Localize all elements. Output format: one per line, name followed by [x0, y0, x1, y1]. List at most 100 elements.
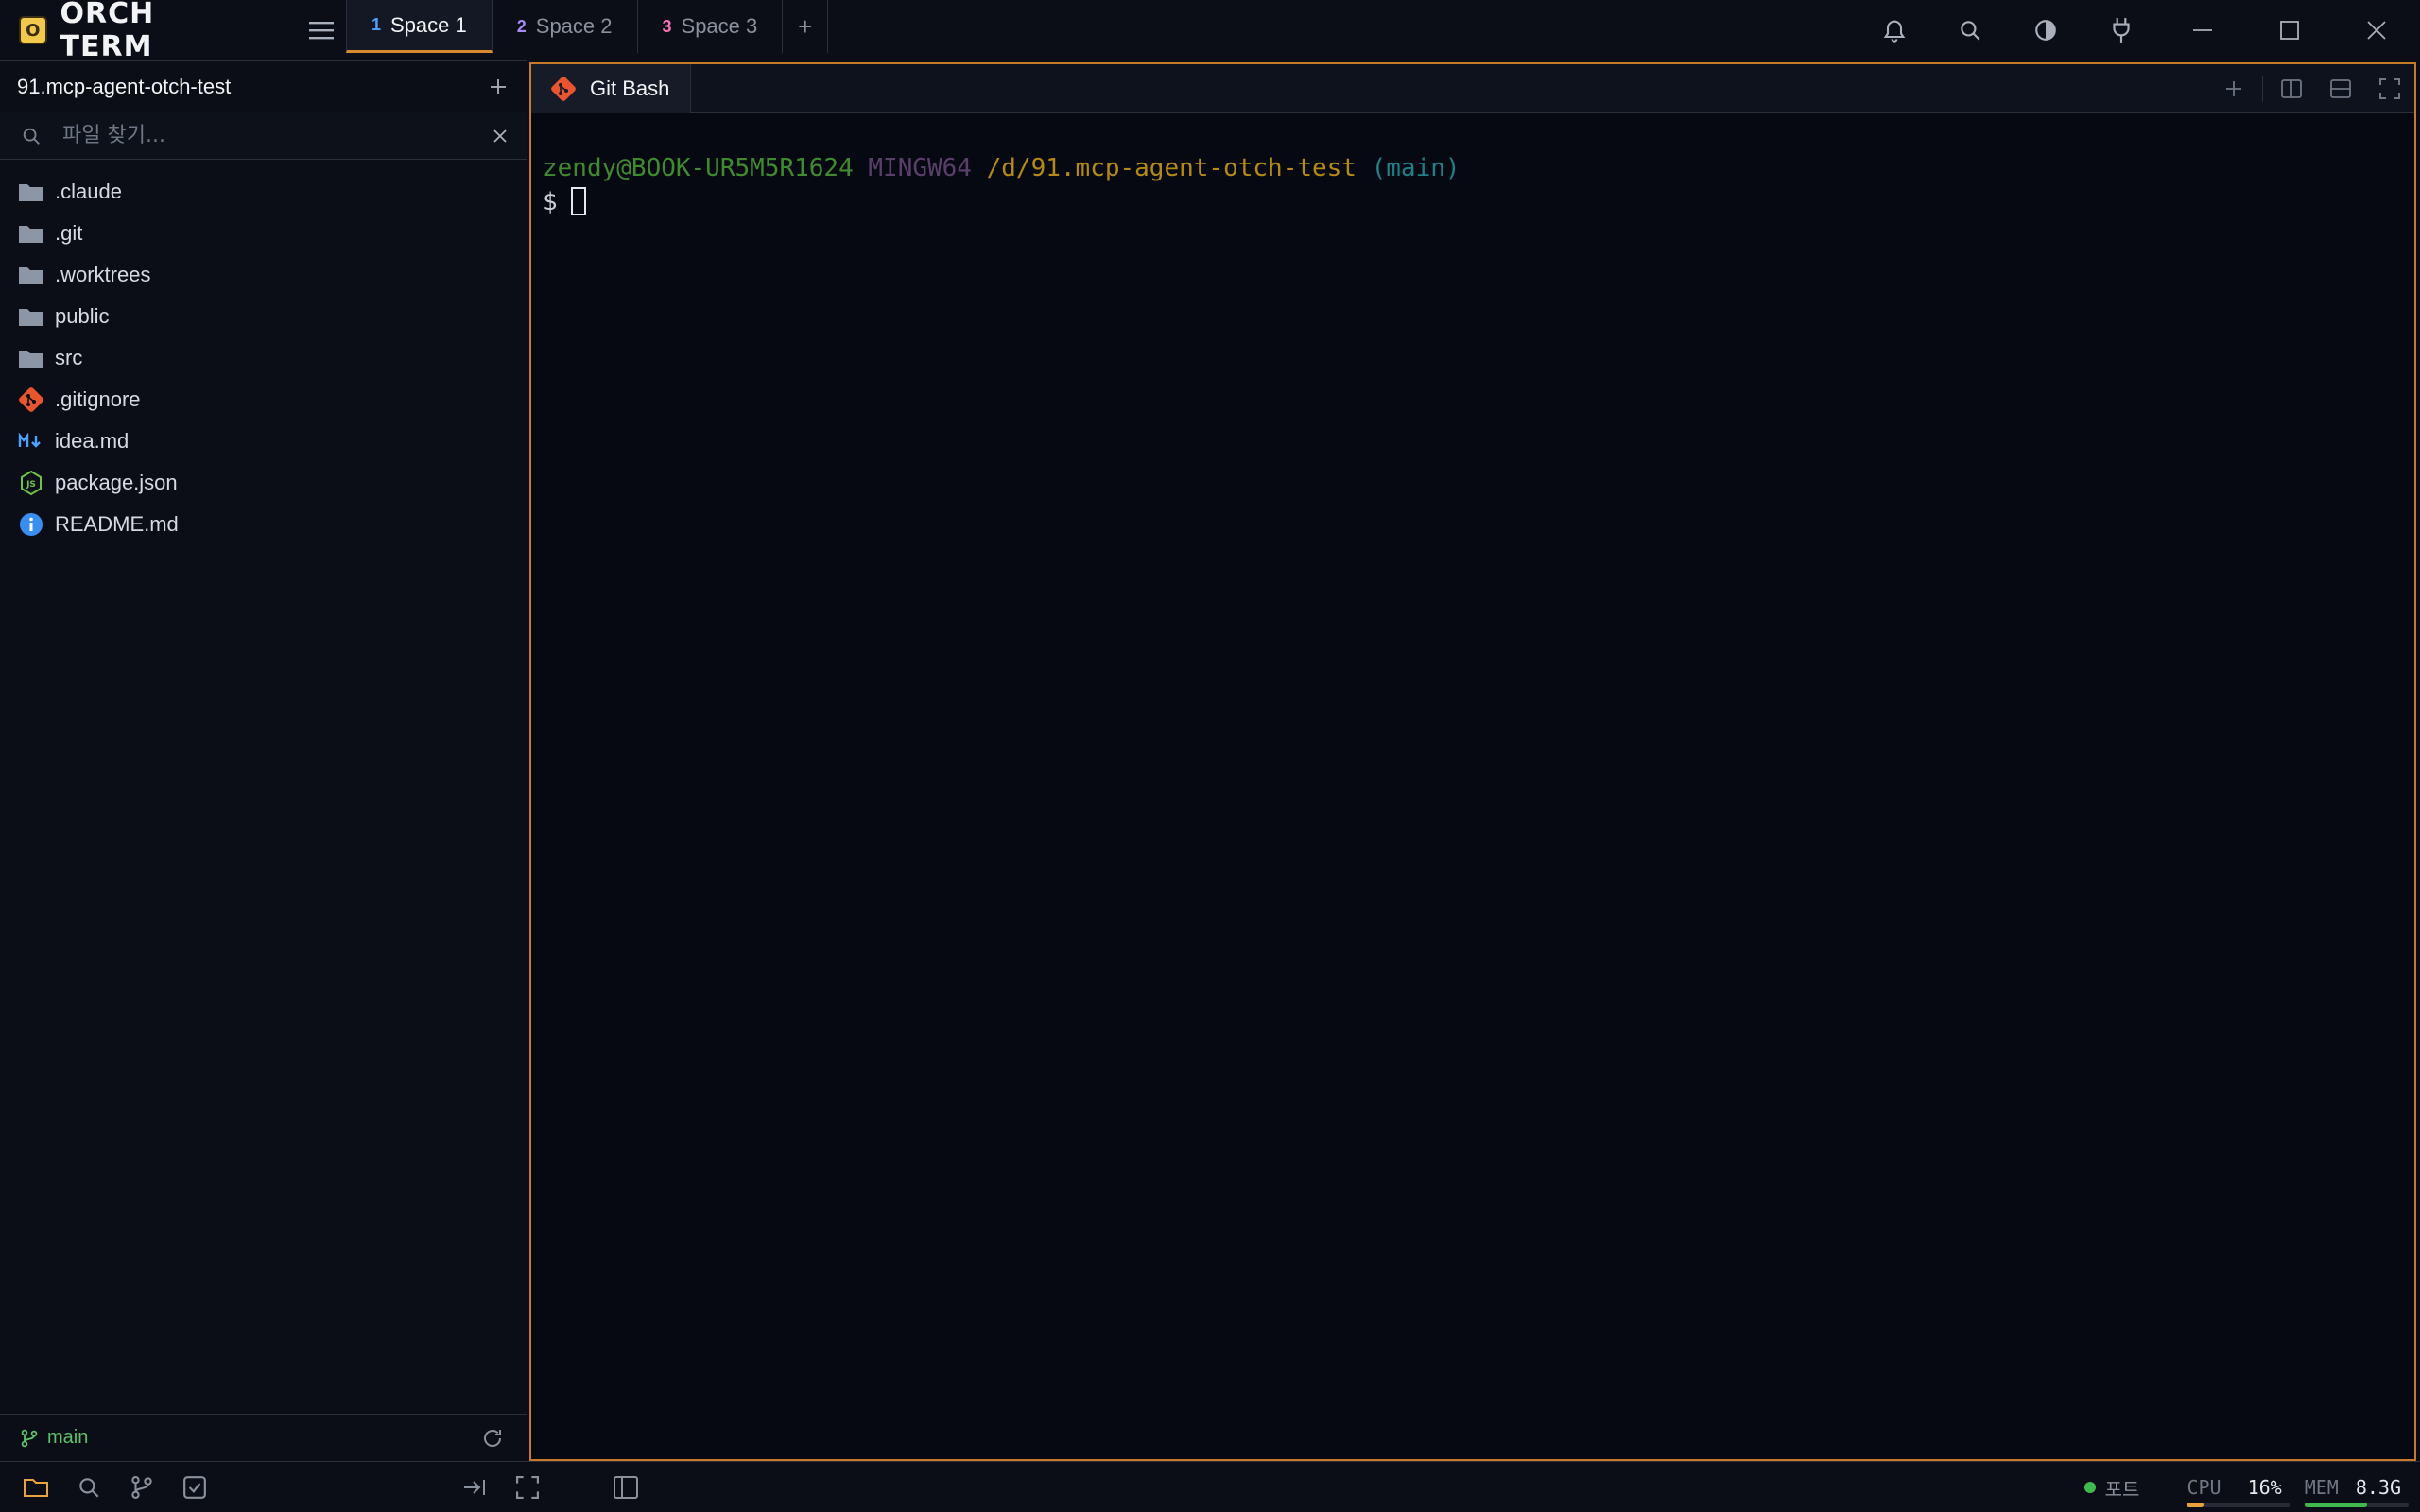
mem-label: MEM [2304, 1476, 2339, 1499]
explorer-view-button[interactable] [9, 1462, 62, 1512]
close-window-button[interactable] [2333, 0, 2420, 60]
mem-bar [2304, 1503, 2409, 1507]
split-vertical-button[interactable] [2267, 64, 2316, 113]
plugin-button[interactable] [2083, 0, 2159, 60]
file-explorer: 91.mcp-agent-otch-test .claude .git [0, 60, 527, 1461]
prompt-user: zendy@BOOK-UR5M5R1624 [543, 154, 854, 182]
terminal-actions [2209, 64, 2414, 113]
tree-item-label: .git [55, 221, 83, 245]
contrast-icon [2035, 20, 2056, 41]
status-indicators: 포트 CPU 16% MEM 8.3G [2083, 1462, 2409, 1512]
terminal-tab-git-bash[interactable]: Git Bash [531, 63, 692, 113]
cpu-label: CPU [2187, 1476, 2221, 1499]
hamburger-icon [309, 22, 335, 40]
search-button[interactable] [1932, 0, 2008, 60]
mem-bar-fill [2304, 1503, 2367, 1507]
git-branch-icon [21, 1429, 38, 1447]
status-bar: 포트 CPU 16% MEM 8.3G [0, 1461, 2420, 1512]
collapse-sidebar-button[interactable] [448, 1462, 501, 1512]
port-status-dot [2083, 1482, 2096, 1493]
fullscreen-icon [2379, 77, 2400, 99]
tree-item-idea-md[interactable]: idea.md [0, 421, 527, 462]
title-bar: O ORCH TERM 1 Space 1 2 Space 2 3 Space … [0, 0, 2420, 63]
tree-item-readme[interactable]: README.md [0, 504, 527, 545]
toggle-sidebar-button[interactable] [599, 1462, 652, 1512]
tree-item-label: package.json [55, 471, 178, 494]
git-file-icon [17, 386, 45, 414]
cpu-meter: CPU 16% [2187, 1462, 2291, 1512]
tree-item-label: public [55, 304, 110, 328]
branch-name: main [47, 1427, 89, 1448]
search-icon [23, 128, 40, 145]
notifications-button[interactable] [1857, 0, 1932, 60]
tab-space-3[interactable]: 3 Space 3 [638, 0, 784, 53]
search-view-button[interactable] [62, 1462, 115, 1512]
plus-icon [2226, 80, 2241, 96]
tree-item-label: README.md [55, 512, 179, 536]
tree-item-src[interactable]: src [0, 337, 527, 379]
tab-label: Space 2 [535, 14, 613, 38]
fullscreen-button[interactable] [2365, 64, 2414, 113]
tree-item-public[interactable]: public [0, 296, 527, 337]
maximize-icon [2280, 21, 2299, 40]
split-vertical-icon [2281, 78, 2302, 98]
tab-space-2[interactable]: 2 Space 2 [493, 0, 638, 53]
cpu-bar-fill [2187, 1503, 2204, 1507]
mem-meter: MEM 8.3G [2304, 1462, 2409, 1512]
tab-number: 2 [516, 16, 527, 36]
maximize-button[interactable] [2246, 0, 2333, 60]
add-space-button[interactable]: + [783, 0, 829, 53]
tasks-view-button[interactable] [168, 1462, 221, 1512]
tree-item-gitignore[interactable]: .gitignore [0, 379, 527, 421]
tab-number: 3 [662, 16, 672, 36]
menu-button[interactable] [303, 11, 340, 49]
tree-item-worktrees[interactable]: .worktrees [0, 254, 527, 296]
tree-item-claude[interactable]: .claude [0, 171, 527, 213]
divider [2262, 75, 2263, 102]
tree-item-package-json[interactable]: JS package.json [0, 462, 527, 504]
file-search-input[interactable] [62, 124, 493, 147]
file-search-bar [0, 112, 527, 160]
search-icon [79, 1477, 99, 1498]
clear-search-icon[interactable] [493, 129, 508, 144]
split-horizontal-button[interactable] [2316, 64, 2365, 113]
theme-toggle-button[interactable] [2008, 0, 2083, 60]
prompt-system: MINGW64 [868, 154, 972, 182]
info-icon [17, 510, 45, 539]
add-file-button[interactable] [489, 77, 508, 96]
prompt-symbol: $ [543, 188, 558, 216]
tab-space-1[interactable]: 1 Space 1 [346, 0, 493, 53]
terminal-output[interactable]: zendy@BOOK-UR5M5R1624 MINGW64 /d/91.mcp-… [531, 113, 2414, 219]
file-tree: .claude .git .worktrees public src .giti… [0, 160, 527, 545]
tree-item-label: idea.md [55, 429, 130, 453]
tree-item-label: .claude [55, 180, 122, 203]
folder-icon [17, 219, 45, 248]
fullscreen-icon [516, 1475, 539, 1499]
tab-label: Space 1 [390, 12, 467, 37]
arrow-to-right-icon [464, 1479, 485, 1495]
brand: O ORCH TERM [19, 0, 340, 63]
terminal-tab-label: Git Bash [590, 76, 670, 100]
folder-icon [17, 178, 45, 206]
minimize-button[interactable] [2159, 0, 2246, 60]
git-branch-icon [131, 1475, 152, 1499]
svg-text:JS: JS [26, 480, 36, 490]
input-line: $ [543, 185, 2414, 219]
folder-icon [17, 261, 45, 289]
focus-mode-button[interactable] [501, 1462, 554, 1512]
port-indicator[interactable]: 포트 [2083, 1474, 2139, 1502]
checkbox-icon [183, 1475, 206, 1499]
tree-item-git[interactable]: .git [0, 213, 527, 254]
git-branch-indicator[interactable]: main [21, 1427, 88, 1449]
refresh-icon[interactable] [481, 1427, 504, 1450]
bell-icon [1883, 20, 1906, 43]
new-terminal-button[interactable] [2209, 64, 2258, 113]
terminal-cursor [570, 187, 586, 215]
title-actions [1857, 0, 2420, 60]
git-view-button[interactable] [115, 1462, 168, 1512]
search-icon [1961, 21, 1980, 41]
app-logo: O [19, 16, 47, 44]
sidebar-panel-icon [614, 1475, 638, 1499]
tab-number: 1 [372, 15, 382, 34]
terminal-tab-bar: Git Bash [531, 63, 2414, 113]
